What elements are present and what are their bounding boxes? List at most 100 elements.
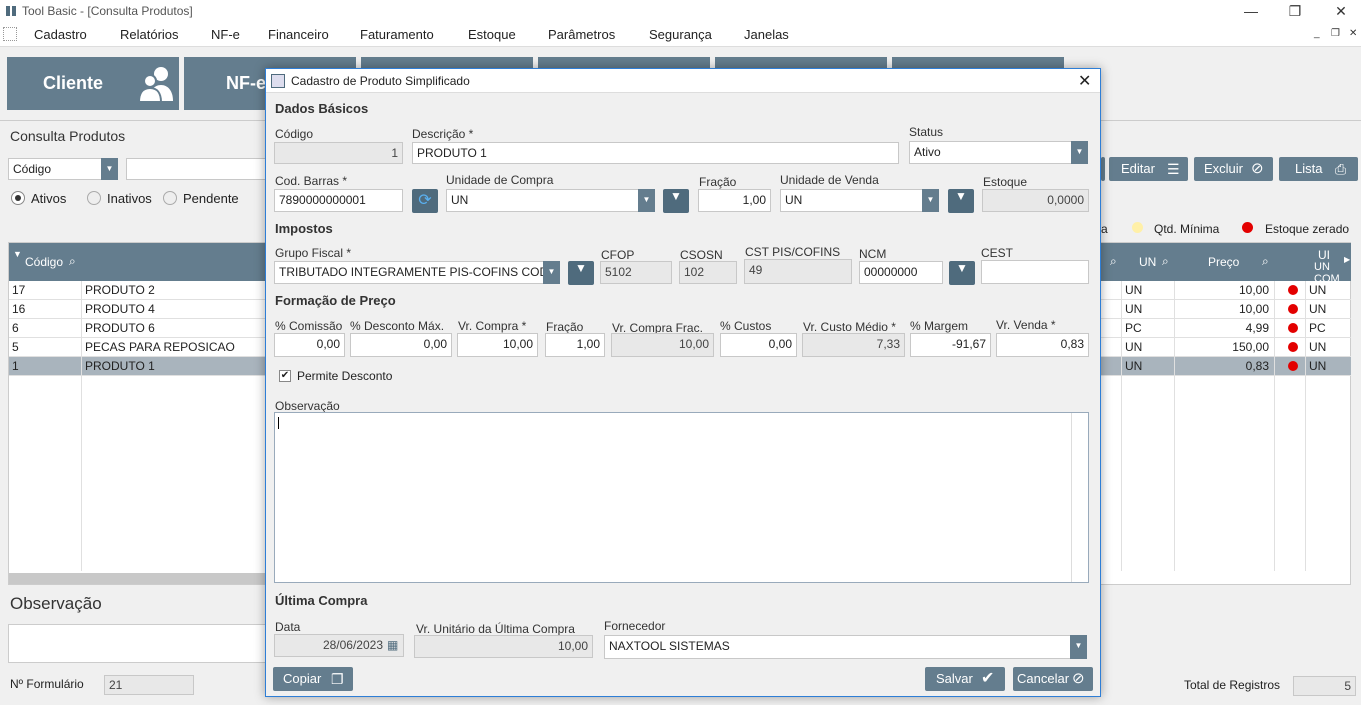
vr-unitario-label: Vr. Unitário da Última Compra — [416, 622, 575, 636]
csosn-field: 102 — [679, 261, 737, 284]
cst-label: CST PIS/COFINS — [745, 245, 841, 259]
fracao2-field[interactable]: 1,00 — [545, 333, 605, 357]
search-input[interactable] — [126, 158, 266, 180]
excluir-button[interactable]: Excluir ⊘ — [1194, 157, 1273, 181]
permite-desconto-label: Permite Desconto — [297, 369, 393, 383]
cliente-button[interactable]: Cliente — [7, 57, 179, 110]
csosn-label: CSOSN — [680, 248, 723, 262]
search-icon[interactable]: ⌕ — [69, 254, 76, 269]
chevron-down-icon[interactable]: ▼ — [1070, 635, 1087, 659]
title-bar: Tool Basic - [Consulta Produtos] — ❐ ✕ — [0, 0, 1361, 23]
cest-field[interactable] — [981, 260, 1089, 284]
menu-janelas[interactable]: Janelas — [744, 27, 789, 42]
mdi-child-icon — [3, 27, 17, 41]
cancelar-button[interactable]: Cancelar ⊘ — [1013, 667, 1093, 691]
textarea-scrollbar[interactable] — [1071, 413, 1072, 582]
vr-compra-field[interactable]: 10,00 — [457, 333, 538, 357]
grupo-fiscal-lookup-button[interactable]: ▼ — [568, 261, 594, 285]
vr-venda-field[interactable]: 0,83 — [996, 333, 1089, 357]
toolbar-button-partial[interactable] — [1101, 157, 1105, 181]
filter-pendente-label: Pendente — [183, 191, 239, 206]
horizontal-scrollbar[interactable] — [9, 573, 265, 584]
custos-field[interactable]: 0,00 — [720, 333, 797, 357]
fracao-label: Fração — [699, 175, 737, 189]
chevron-down-icon[interactable]: ▼ — [543, 261, 560, 284]
status-red-dot-icon — [1288, 323, 1298, 333]
unidade-compra-select[interactable]: UN — [446, 189, 639, 212]
unidade-compra-lookup-button[interactable]: ▼ — [663, 189, 689, 213]
mdi-restore-icon[interactable]: ❐ — [1331, 28, 1340, 39]
menu-parametros[interactable]: Parâmetros — [548, 27, 615, 42]
status-label: Status — [909, 125, 944, 139]
check-icon: ✔ — [981, 670, 995, 687]
refresh-button[interactable]: ⟳ — [412, 189, 438, 213]
observacao-textarea[interactable] — [274, 412, 1089, 583]
menu-relatorios[interactable]: Relatórios — [120, 27, 179, 42]
unidade-venda-select[interactable]: UN — [780, 189, 923, 212]
search-icon[interactable]: ⌕ — [1262, 254, 1269, 269]
data-field[interactable]: 28/06/2023 — [274, 634, 404, 657]
chevron-down-icon[interactable]: ▼ — [1071, 141, 1088, 164]
ncm-lookup-button[interactable]: ▼ — [949, 261, 975, 285]
grid-divider — [1121, 281, 1122, 571]
menu-seguranca[interactable]: Segurança — [649, 27, 712, 42]
cell-descricao: PRODUTO 2 — [85, 283, 155, 297]
mdi-close-icon[interactable]: ✕ — [1349, 28, 1357, 39]
col-preco[interactable]: Preço — [1208, 255, 1239, 269]
close-icon[interactable]: ✕ — [1078, 71, 1091, 91]
ncm-field[interactable]: 00000000 — [859, 261, 943, 284]
editar-button[interactable]: Editar ☰ — [1109, 157, 1188, 181]
calendar-icon[interactable]: ▦ — [387, 638, 398, 652]
cell-un2: UN — [1309, 359, 1327, 373]
copiar-label: Copiar — [283, 671, 322, 686]
grid-header-right: ⌕ UN ⌕ Preço ⌕ UI UN COM ▶ — [1100, 243, 1351, 285]
mdi-minimize-icon[interactable]: _ — [1314, 28, 1320, 39]
search-icon[interactable]: ⌕ — [1162, 254, 1169, 269]
chevron-down-icon[interactable]: ▼ — [638, 189, 655, 212]
search-icon[interactable]: ⌕ — [1110, 254, 1117, 269]
scroll-right-icon[interactable]: ▶ — [1344, 255, 1350, 264]
status-select[interactable]: Ativo — [909, 141, 1072, 164]
margem-field[interactable]: -91,67 — [910, 333, 991, 357]
section-dados-basicos: Dados Básicos — [275, 101, 369, 116]
legend-qtd-minima: Qtd. Mínima — [1154, 222, 1220, 236]
cell-descricao: PRODUTO 6 — [85, 321, 155, 335]
restore-icon[interactable]: ❐ — [1272, 0, 1318, 23]
search-field-select[interactable]: Código — [8, 158, 102, 180]
grupo-fiscal-select[interactable]: TRIBUTADO INTEGRAMENTE PIS-COFINS COD — [274, 261, 544, 284]
unidade-venda-lookup-button[interactable]: ▼ — [948, 189, 974, 213]
menu-faturamento[interactable]: Faturamento — [360, 27, 434, 42]
col-codigo[interactable]: Código — [25, 255, 63, 269]
vr-unitario-field: 10,00 — [414, 635, 593, 658]
col-ui[interactable]: UI — [1318, 248, 1330, 262]
menu-estoque[interactable]: Estoque — [468, 27, 516, 42]
lista-button[interactable]: Lista ⎙ — [1279, 157, 1358, 181]
minimize-icon[interactable]: — — [1228, 0, 1274, 23]
copiar-button[interactable]: Copiar ❐ — [273, 667, 353, 691]
col-un[interactable]: UN — [1139, 255, 1156, 269]
cell-descricao: PECAS PARA REPOSICAO — [85, 340, 235, 354]
menu-nfe[interactable]: NF-e — [211, 27, 240, 42]
fornecedor-select[interactable]: NAXTOOL SISTEMAS — [604, 635, 1071, 659]
desconto-field[interactable]: 0,00 — [350, 333, 452, 357]
menu-financeiro[interactable]: Financeiro — [268, 27, 329, 42]
block-icon: ⊘ — [1251, 160, 1264, 177]
comissao-field[interactable]: 0,00 — [274, 333, 345, 357]
fracao-field[interactable]: 1,00 — [698, 189, 771, 212]
chevron-down-icon[interactable]: ▼ — [922, 189, 939, 212]
cod-barras-field[interactable]: 7890000000001 — [274, 189, 403, 212]
descricao-field[interactable]: PRODUTO 1 — [412, 142, 899, 164]
salvar-button[interactable]: Salvar ✔ — [925, 667, 1005, 691]
refresh-icon: ⟳ — [418, 192, 432, 209]
status-red-dot-icon — [1288, 361, 1298, 371]
cst-field: 49 — [744, 259, 852, 284]
status-red-dot-icon — [1288, 285, 1298, 295]
close-window-icon[interactable]: ✕ — [1318, 0, 1361, 23]
legend-partial-text: a — [1101, 222, 1108, 236]
filter-icon: ▼ — [575, 261, 587, 275]
chevron-down-icon[interactable]: ▼ — [101, 158, 118, 180]
menu-cadastro[interactable]: Cadastro — [34, 27, 87, 42]
comissao-label: % Comissão — [275, 319, 343, 333]
filter-ativos-label: Ativos — [31, 191, 67, 206]
observacao-textarea[interactable] — [8, 624, 266, 663]
